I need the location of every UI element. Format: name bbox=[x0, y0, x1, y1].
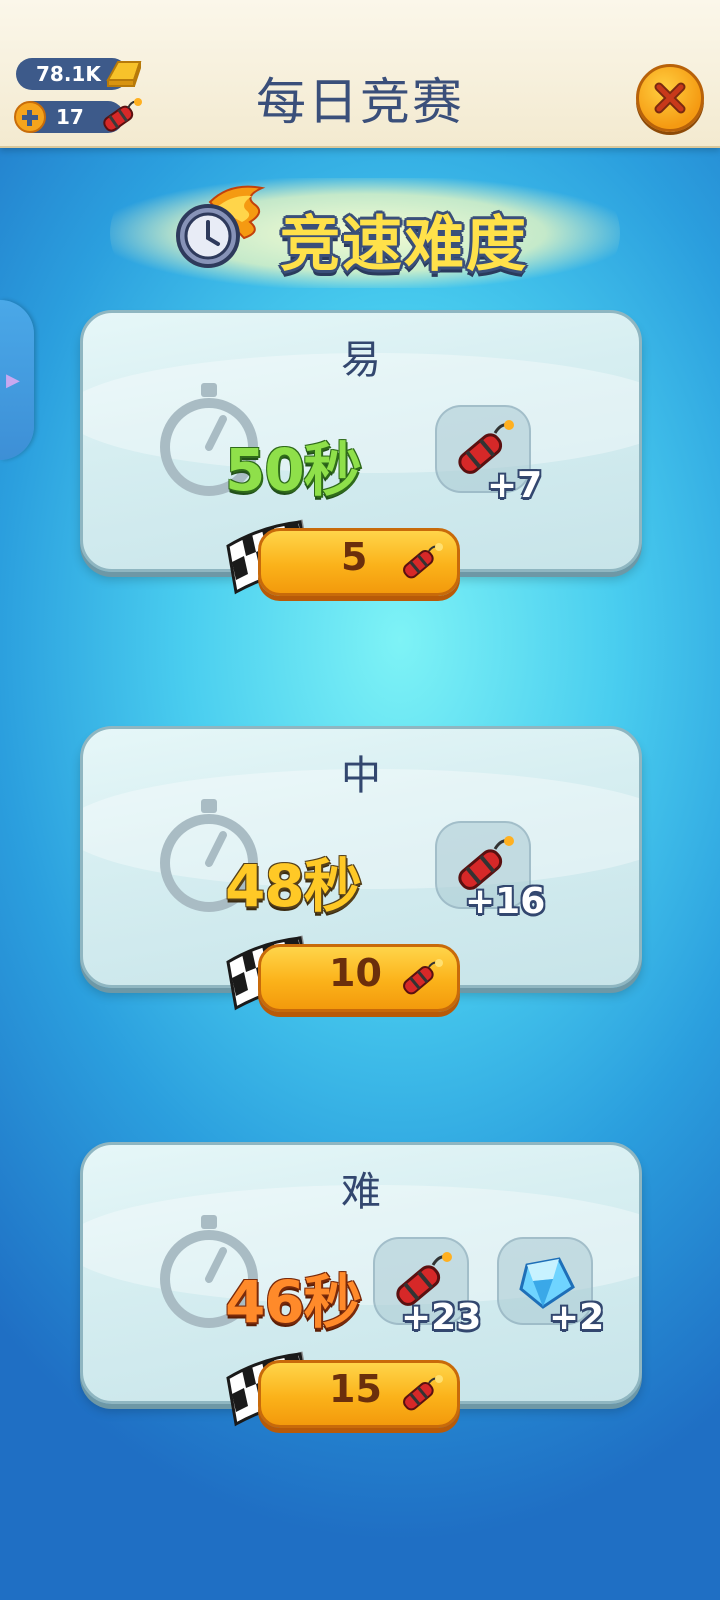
top-bar: 78.1K 17 每日竞赛 bbox=[0, 0, 720, 148]
level-name: 中 bbox=[341, 753, 381, 799]
page-title: 每日竞赛 bbox=[256, 73, 464, 131]
reward-amount: +7 bbox=[487, 465, 543, 506]
level-name: 易 bbox=[341, 337, 381, 383]
dynamite-icon bbox=[403, 1375, 443, 1411]
reward-amount: +2 bbox=[549, 1297, 605, 1338]
chevron-right-icon: ▶ bbox=[6, 370, 20, 391]
side-drawer-tab[interactable]: ▶ bbox=[0, 300, 34, 460]
start-button-easy[interactable]: 5 bbox=[258, 528, 460, 596]
reward-amount: +16 bbox=[465, 881, 546, 922]
close-icon bbox=[654, 82, 686, 114]
start-button-medium[interactable]: 10 bbox=[258, 944, 460, 1012]
time-limit: 46秒 bbox=[225, 1268, 362, 1336]
reward-amount: +23 bbox=[401, 1297, 482, 1338]
level-name: 难 bbox=[341, 1169, 381, 1215]
close-button[interactable] bbox=[636, 64, 704, 132]
dynamite-icon bbox=[403, 959, 443, 995]
dynamite-icon bbox=[403, 543, 443, 579]
time-limit: 48秒 bbox=[225, 852, 362, 920]
start-button-hard[interactable]: 15 bbox=[258, 1360, 460, 1428]
entry-cost: 15 bbox=[329, 1367, 382, 1411]
entry-cost: 10 bbox=[329, 951, 382, 995]
time-limit: 50秒 bbox=[225, 436, 362, 504]
entry-cost: 5 bbox=[341, 535, 368, 579]
flaming-clock-icon bbox=[176, 185, 266, 268]
banner-title: 竞速难度 bbox=[280, 210, 528, 280]
